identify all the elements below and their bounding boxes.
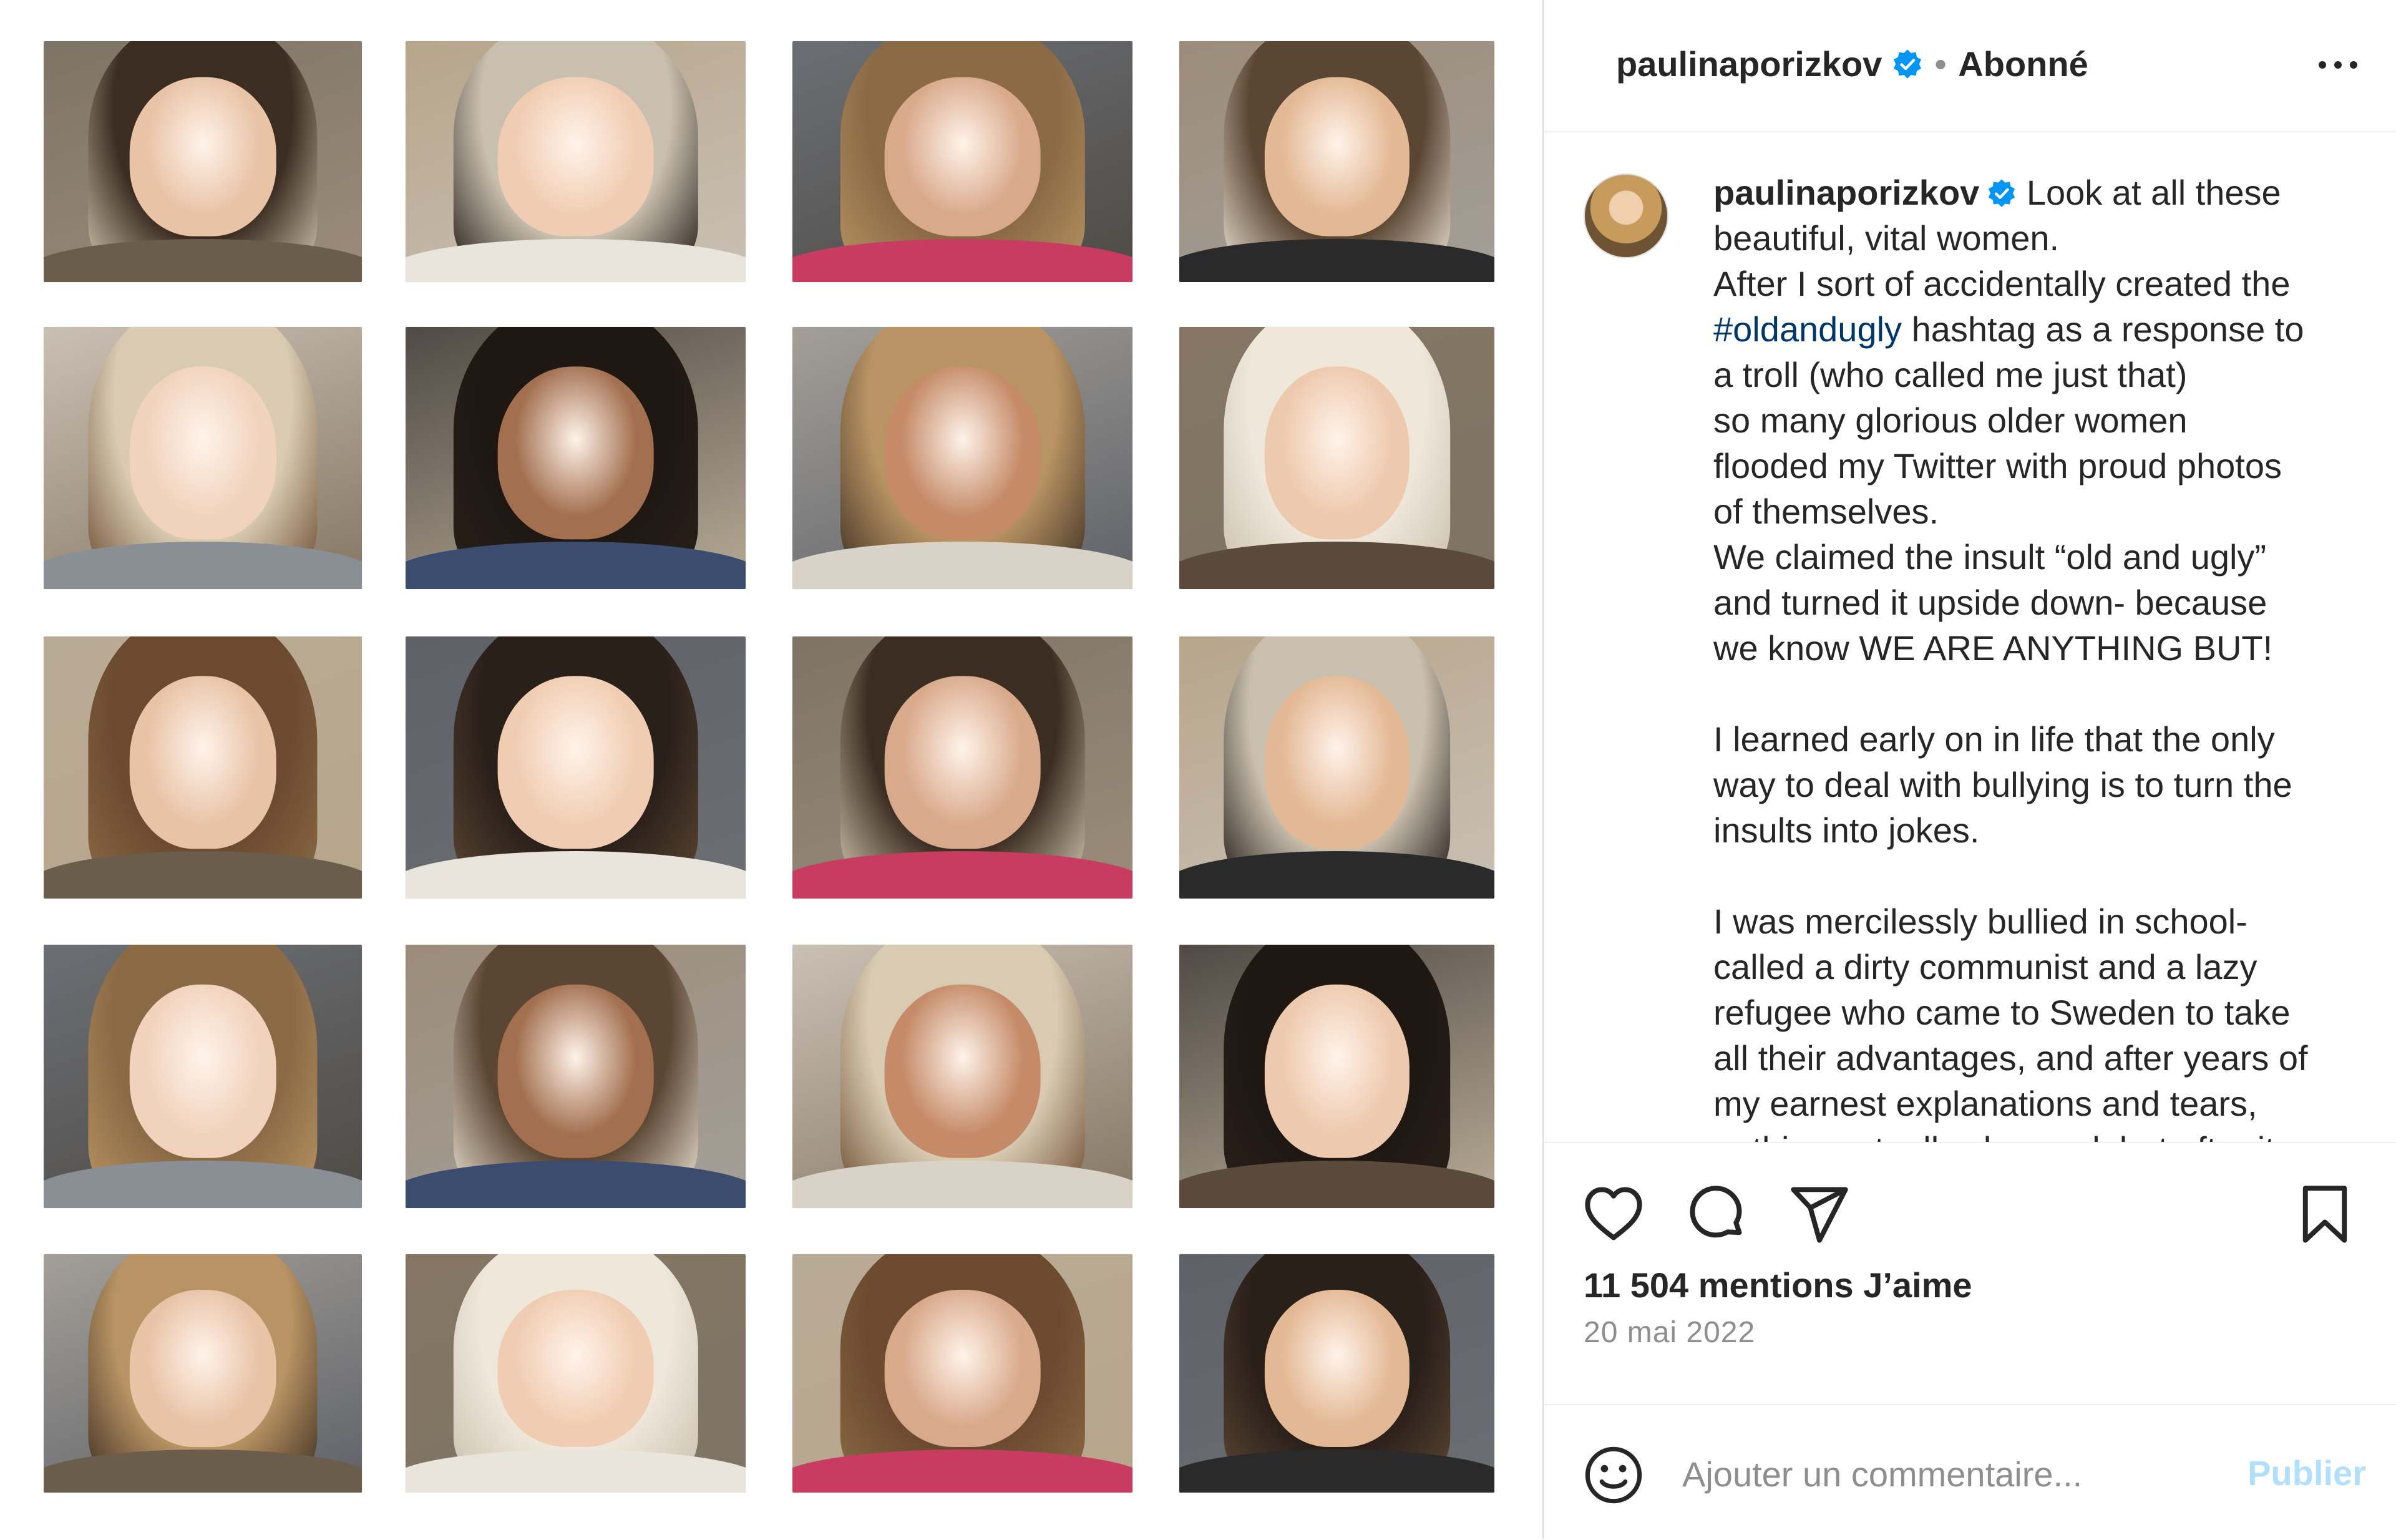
follow-status-button[interactable]: Abonné [1958,44,2088,84]
share-send-icon[interactable] [1788,1183,1851,1245]
verified-badge-icon [1989,179,2015,207]
emoji-icon[interactable] [1582,1444,1645,1506]
post-side-panel: paulinaporizkov • Abonné paulinaporizkov… [1542,0,2396,1539]
comment-bar: Publier [1544,1404,2396,1540]
collage-photo [406,1254,746,1493]
collage-photo [406,945,746,1208]
caption-scroll-area[interactable]: paulinaporizkov Look at all these beauti… [1544,132,2396,1142]
post-image-collage[interactable] [0,0,1542,1539]
header-separator: • [1934,44,1947,84]
avatar[interactable] [1584,173,1668,258]
collage-photo [1179,945,1494,1208]
like-heart-icon[interactable] [1582,1183,1645,1245]
collage-photo [1179,41,1494,282]
post-date[interactable]: 20 mai 2022 [1584,1315,1755,1350]
comment-input[interactable] [1682,1443,2244,1505]
collage-photo [792,41,1132,282]
collage-photo [792,636,1132,899]
collage-photo [44,41,362,282]
collage-photo [44,1254,362,1493]
caption-username[interactable]: paulinaporizkov [1713,173,1979,212]
comment-icon[interactable] [1685,1183,1747,1245]
caption-text-part-2: hashtag as a response to a troll (who ca… [1713,309,2308,1142]
more-options-icon[interactable] [2316,44,2360,81]
collage-photo [1179,636,1494,899]
header-username[interactable]: paulinaporizkov [1616,44,1923,84]
collage-photo [44,327,362,589]
likes-count[interactable]: 11 504 mentions J’aime [1584,1265,1972,1305]
hashtag-link[interactable]: #oldandugly [1713,309,1902,349]
collage-photo [1179,1254,1494,1493]
post-caption: paulinaporizkov Look at all these beauti… [1713,170,2356,1142]
verified-badge-icon [1894,49,1922,79]
collage-photo [792,945,1132,1208]
collage-photo [406,41,746,282]
collage-photo [406,636,746,899]
collage-photo [406,327,746,589]
save-bookmark-icon[interactable] [2294,1183,2356,1245]
collage-photo [44,945,362,1208]
collage-photo [44,636,362,899]
publish-button[interactable]: Publier [2247,1453,2366,1493]
collage-photo [1179,327,1494,589]
collage-photo [792,1254,1132,1493]
header-username-text[interactable]: paulinaporizkov [1616,44,1882,84]
collage-photo [792,327,1132,589]
post-header: paulinaporizkov • Abonné [1544,0,2396,132]
instagram-post-view: paulinaporizkov • Abonné paulinaporizkov… [0,0,2396,1539]
post-actions: 11 504 mentions J’aime 20 mai 2022 [1544,1142,2396,1405]
